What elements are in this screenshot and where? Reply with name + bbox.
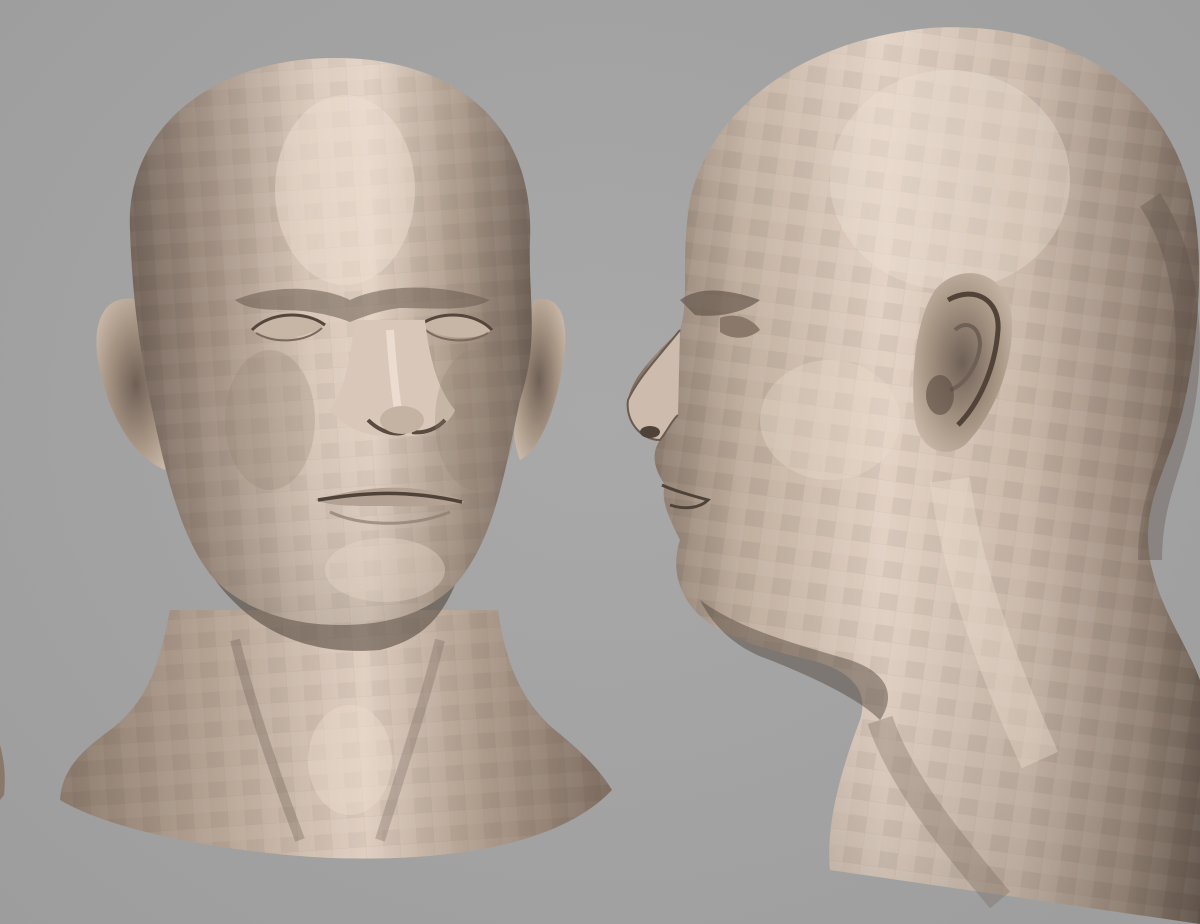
scene-svg — [0, 27, 1200, 924]
side-nose — [626, 329, 681, 442]
viewport-canvas[interactable] — [0, 0, 1200, 924]
front-view-head-model — [60, 57, 612, 859]
offscreen-model-fragment — [0, 745, 5, 800]
side-view-head-model — [626, 27, 1200, 924]
